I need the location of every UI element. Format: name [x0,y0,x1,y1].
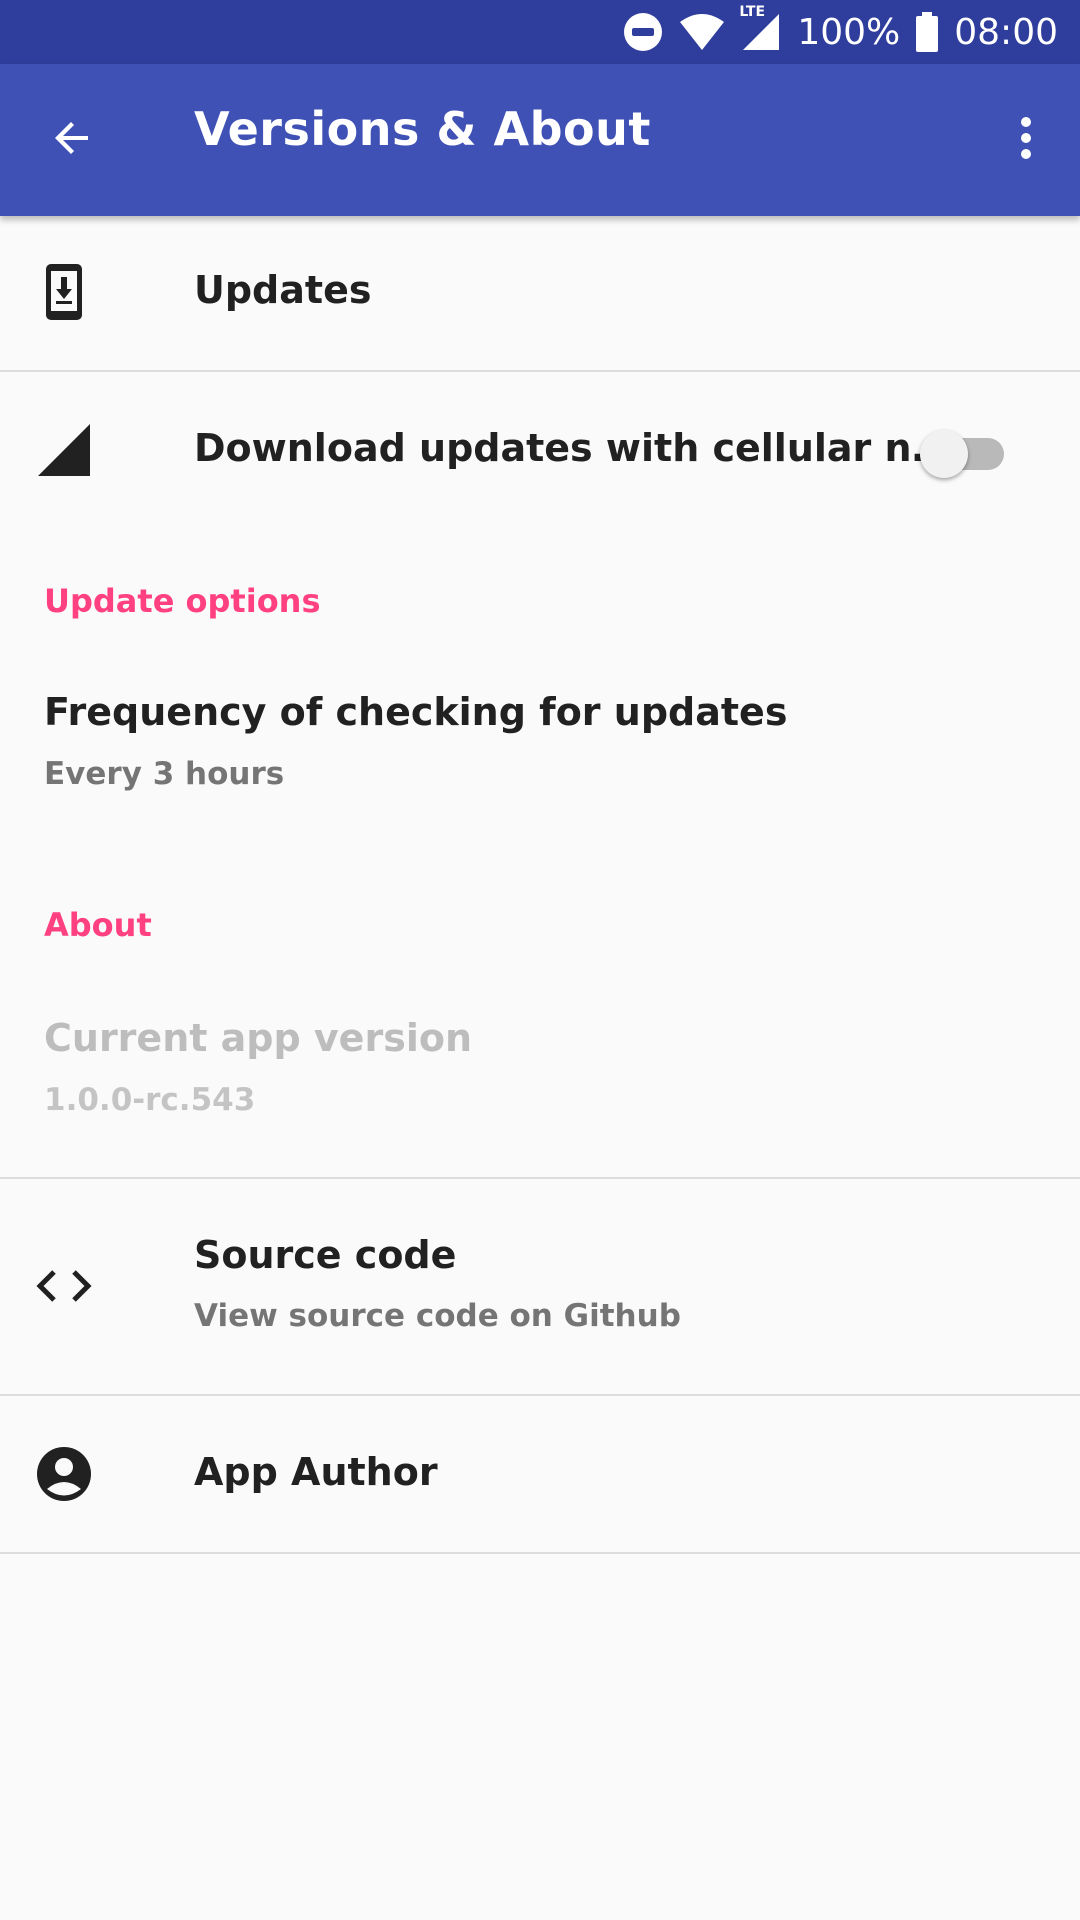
cellular-download-title: Download updates with cellular n… [194,426,950,470]
phone-download-icon [36,264,92,320]
cell-signal-icon: LTE [739,4,781,52]
more-options-button[interactable] [994,108,1058,172]
cellular-download-toggle[interactable] [920,422,1010,478]
code-icon [36,1258,92,1314]
do-not-disturb-icon [623,12,663,52]
account-circle-icon [36,1446,92,1502]
frequency-row[interactable]: Frequency of checking for updates Every … [0,654,1080,826]
app-version-title: Current app version [44,1016,473,1060]
arrow-back-icon [48,114,96,166]
wifi-icon [679,12,725,52]
frequency-value: Every 3 hours [44,756,285,792]
clock: 08:00 [954,11,1058,53]
source-code-subtitle: View source code on Github [194,1298,681,1334]
source-code-title: Source code [194,1233,457,1277]
updates-title: Updates [194,268,372,312]
about-header: About [44,906,152,944]
update-options-header: Update options [44,582,321,620]
cellular-download-row[interactable]: Download updates with cellular n… [0,372,1080,530]
lte-label: LTE [739,4,766,20]
app-author-title: App Author [194,1450,438,1494]
app-author-row[interactable]: App Author [0,1396,1080,1553]
app-version-row: Current app version 1.0.0-rc.543 [0,980,1080,1178]
more-vert-icon [1018,114,1034,166]
battery-percent: 100% [797,11,901,53]
battery-icon [916,12,939,52]
divider [0,1552,1080,1554]
status-bar: LTE 100% 08:00 [0,0,1080,64]
toggle-thumb [920,430,968,478]
status-icons: LTE 100% 08:00 [623,0,1058,64]
cell-signal-icon [36,422,92,478]
app-version-value: 1.0.0-rc.543 [44,1082,256,1118]
page-title: Versions & About [194,102,651,156]
back-button[interactable] [40,108,104,172]
app-bar: Versions & About [0,64,1080,216]
frequency-title: Frequency of checking for updates [44,690,788,734]
source-code-row[interactable]: Source code View source code on Github [0,1179,1080,1393]
updates-row[interactable]: Updates [0,216,1080,370]
